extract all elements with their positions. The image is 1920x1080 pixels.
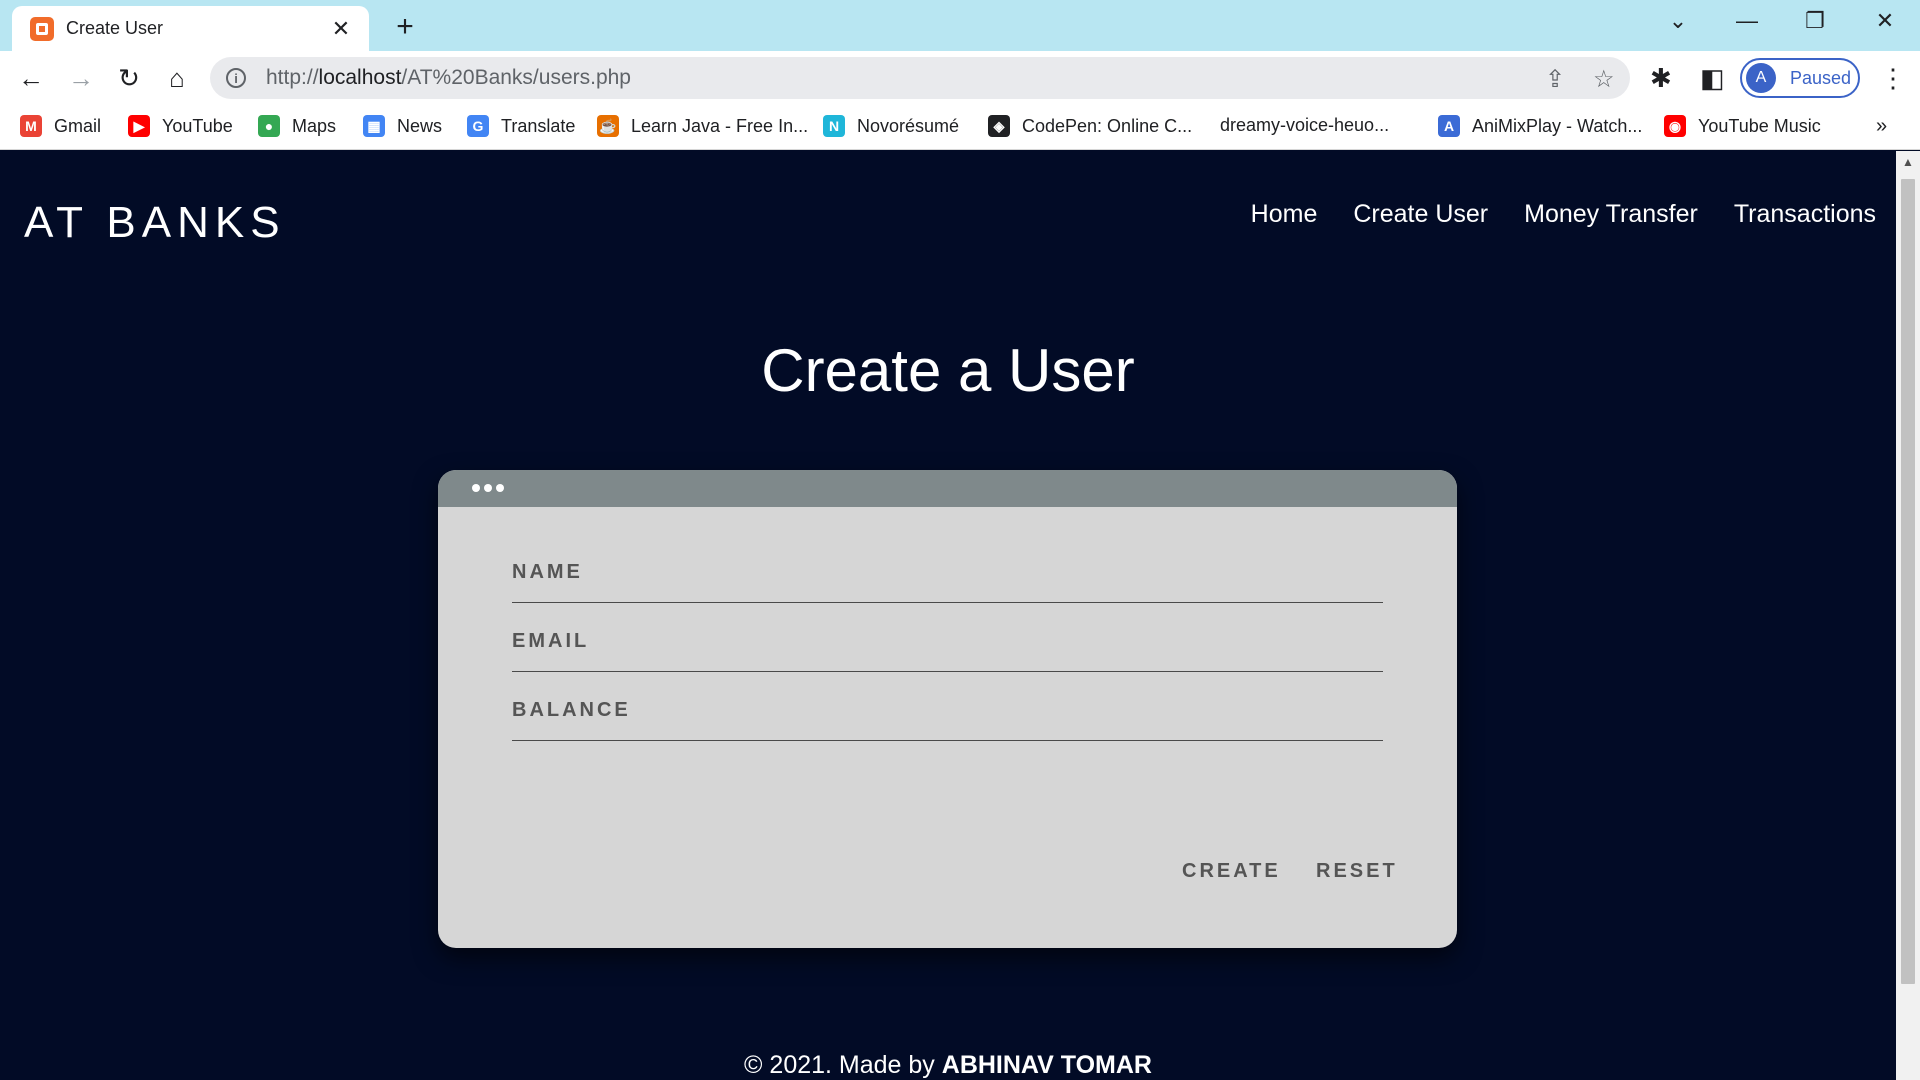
email-field-label: EMAIL bbox=[512, 630, 590, 652]
bookmark-label: Novorésumé bbox=[857, 115, 960, 136]
create-button[interactable]: CREATE bbox=[1182, 860, 1281, 883]
bookmark-item[interactable]: dreamy-voice-heuo... bbox=[1220, 115, 1389, 136]
close-window-button[interactable]: ✕ bbox=[1865, 8, 1905, 34]
bookmarks-bar: » M Gmail ▶ YouTube ● Maps ▦ News G Translate ☕ Lea… bbox=[0, 105, 1920, 150]
reset-button[interactable]: RESET bbox=[1316, 860, 1398, 883]
new-tab-button[interactable]: + bbox=[390, 10, 420, 44]
bookmark-label: AniMixPlay - Watch... bbox=[1472, 115, 1643, 136]
page-scrollbar[interactable]: ▲ bbox=[1896, 151, 1920, 1080]
bookmark-label: YouTube Music bbox=[1698, 115, 1821, 136]
bookmarks-overflow-icon[interactable]: » bbox=[1876, 115, 1887, 138]
novoresume-icon: N bbox=[823, 115, 845, 137]
page-title: Create a User bbox=[761, 337, 1135, 404]
back-arrow-icon[interactable]: ← bbox=[12, 59, 50, 97]
bookmark-label: dreamy-voice-heuo... bbox=[1220, 115, 1390, 135]
bookmark-item[interactable]: ◈ CodePen: Online C... bbox=[988, 115, 1192, 137]
window-dots-icon bbox=[472, 484, 504, 492]
balance-field-label: BALANCE bbox=[512, 699, 631, 721]
footer-credit: © 2021. Made by ABHINAV TOMAR bbox=[0, 1051, 1896, 1080]
footer-author: ABHINAV TOMAR bbox=[941, 1051, 1152, 1079]
bookmark-item[interactable]: ☕ Learn Java - Free In... bbox=[597, 115, 808, 137]
minimize-button[interactable]: — bbox=[1727, 8, 1767, 34]
site-logo[interactable]: AT BANKS bbox=[24, 198, 286, 248]
url-text: http://localhost/AT%20Banks/users.php bbox=[266, 66, 631, 89]
youtube-icon: ▶ bbox=[128, 115, 150, 137]
tab-search-chevron-icon[interactable]: ⌄ bbox=[1658, 8, 1698, 34]
side-panel-icon[interactable]: ◧ bbox=[1700, 63, 1725, 94]
bookmark-item[interactable]: ● Maps bbox=[258, 115, 336, 137]
codepen-icon: ◈ bbox=[988, 115, 1010, 137]
nav-link-home[interactable]: Home bbox=[1251, 200, 1318, 229]
maps-icon: ● bbox=[258, 115, 280, 137]
scroll-thumb[interactable] bbox=[1901, 179, 1915, 984]
tab-title: Create User bbox=[66, 18, 164, 38]
gmail-icon: M bbox=[20, 115, 42, 137]
bookmark-star-icon[interactable]: ☆ bbox=[1593, 65, 1615, 94]
extensions-puzzle-icon[interactable]: ✱ bbox=[1650, 63, 1672, 94]
news-icon: ▦ bbox=[363, 115, 385, 137]
bookmark-label: Gmail bbox=[54, 115, 102, 136]
balance-field[interactable]: BALANCE bbox=[512, 681, 1383, 741]
address-bar[interactable]: i http://localhost/AT%20Banks/users.php … bbox=[210, 57, 1630, 99]
bookmark-item[interactable]: ▦ News bbox=[363, 115, 442, 137]
email-field[interactable]: EMAIL bbox=[512, 612, 1383, 672]
bookmark-item[interactable]: ▶ YouTube bbox=[128, 115, 233, 137]
nav-link-transactions[interactable]: Transactions bbox=[1734, 200, 1876, 229]
home-icon[interactable]: ⌂ bbox=[158, 59, 196, 97]
bookmark-item[interactable]: A AniMixPlay - Watch... bbox=[1438, 115, 1642, 137]
bookmark-item[interactable]: G Translate bbox=[467, 115, 575, 137]
card-title-bar bbox=[438, 470, 1457, 507]
bookmark-label: Translate bbox=[501, 115, 576, 136]
youtube-music-icon: ◉ bbox=[1664, 115, 1686, 137]
profile-button[interactable]: A Paused bbox=[1740, 58, 1860, 98]
restore-button[interactable]: ❐ bbox=[1795, 8, 1835, 34]
browser-tabstrip: Create User ✕ + ⌄ — ❐ ✕ bbox=[0, 0, 1920, 51]
page-viewport: AT BANKS Home Create User Money Transfer… bbox=[0, 151, 1896, 1080]
share-icon[interactable]: ⇪ bbox=[1545, 65, 1565, 94]
bookmark-label: YouTube bbox=[162, 115, 233, 136]
kebab-menu-icon[interactable]: ⋮ bbox=[1880, 63, 1906, 94]
bookmark-item[interactable]: N Novorésumé bbox=[823, 115, 959, 137]
name-field[interactable]: NAME bbox=[512, 543, 1383, 603]
site-nav: Home Create User Money Transfer Transact… bbox=[1251, 200, 1876, 229]
animixplay-icon: A bbox=[1438, 115, 1460, 137]
site-info-icon[interactable]: i bbox=[226, 68, 246, 88]
bookmark-item[interactable]: ◉ YouTube Music bbox=[1664, 115, 1821, 137]
bookmark-label: CodePen: Online C... bbox=[1022, 115, 1193, 136]
bookmark-item[interactable]: M Gmail bbox=[20, 115, 101, 137]
tab-close-icon[interactable]: ✕ bbox=[327, 16, 355, 42]
browser-tab[interactable]: Create User ✕ bbox=[12, 6, 369, 51]
bookmark-label: Learn Java - Free In... bbox=[631, 115, 809, 136]
create-user-form: NAME EMAIL BALANCE CREATE RESET bbox=[438, 470, 1457, 948]
footer-text: © 2021. Made by bbox=[744, 1051, 942, 1079]
avatar: A bbox=[1746, 63, 1776, 93]
profile-status: Paused bbox=[1790, 67, 1852, 88]
java-icon: ☕ bbox=[597, 115, 619, 137]
bookmark-label: Maps bbox=[292, 115, 337, 136]
nav-link-money-transfer[interactable]: Money Transfer bbox=[1524, 200, 1698, 229]
nav-link-create-user[interactable]: Create User bbox=[1353, 200, 1488, 229]
reload-icon[interactable]: ↻ bbox=[110, 59, 148, 97]
translate-icon: G bbox=[467, 115, 489, 137]
scroll-up-arrow-icon[interactable]: ▲ bbox=[1896, 155, 1920, 169]
browser-toolbar: ← → ↻ ⌂ i http://localhost/AT%20Banks/us… bbox=[0, 51, 1920, 105]
name-field-label: NAME bbox=[512, 561, 583, 583]
xampp-favicon-icon bbox=[30, 16, 54, 41]
forward-arrow-icon[interactable]: → bbox=[62, 59, 100, 97]
bookmark-label: News bbox=[397, 115, 443, 136]
